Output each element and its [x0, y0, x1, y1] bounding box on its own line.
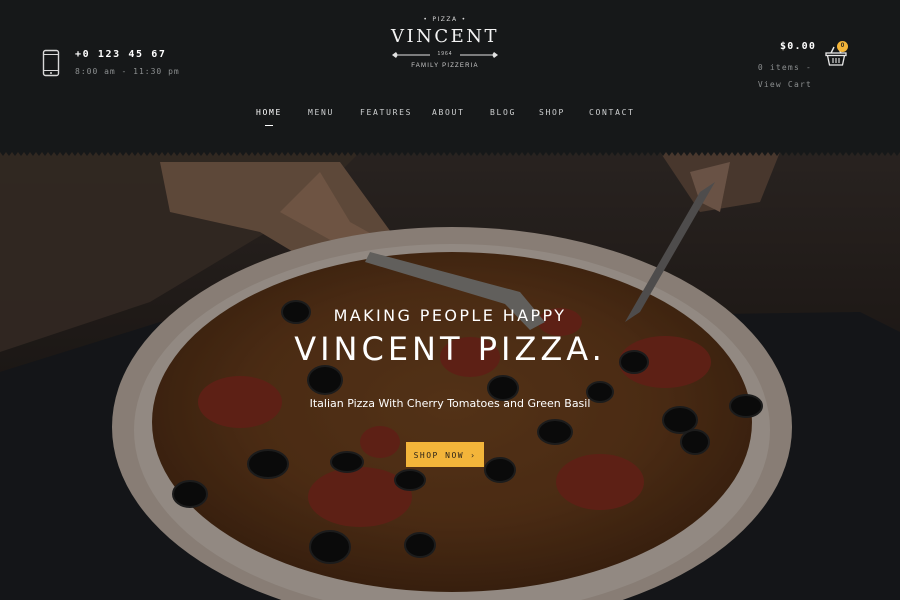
- hero-subtitle: Italian Pizza With Cherry Tomatoes and G…: [309, 397, 591, 410]
- nav-item-home[interactable]: HOME: [256, 108, 282, 117]
- opening-hours: 8:00 am - 11:30 pm: [75, 67, 180, 76]
- nav-item-contact[interactable]: CONTACT: [589, 108, 635, 117]
- hero-banner: MAKING PEOPLE HAPPY VINCENT PIZZA. Itali…: [0, 152, 900, 600]
- cart-widget[interactable]: $0.00 0 items - View Cart 0: [740, 40, 855, 90]
- main-nav: HOME MENU FEATURES ABOUT BLOG SHOP CONTA…: [0, 108, 900, 132]
- logo-tagline: FAMILY PIZZERIA: [411, 63, 479, 69]
- logo-top-line: • PIZZA •: [423, 16, 467, 23]
- header-zigzag-border: [0, 146, 900, 156]
- nav-item-about[interactable]: ABOUT: [432, 108, 465, 117]
- contact-info: +0 123 45 67 8:00 am - 11:30 pm: [42, 46, 180, 77]
- logo-year: 1964: [437, 51, 453, 57]
- chevron-right-icon: ›: [470, 451, 477, 460]
- nav-active-indicator: [265, 125, 273, 126]
- hero-title: VINCENT PIZZA.: [294, 330, 606, 368]
- site-logo[interactable]: • PIZZA • VINCENT 1964 FAMILY PIZZERIA: [385, 16, 505, 86]
- logo-top-text: PIZZA: [432, 16, 458, 23]
- shop-now-button[interactable]: SHOP NOW ›: [406, 442, 484, 467]
- cart-items-link[interactable]: 0 items - View Cart: [746, 59, 812, 93]
- site-header: +0 123 45 67 8:00 am - 11:30 pm • PIZZA • …: [0, 0, 900, 152]
- nav-item-blog[interactable]: BLOG: [490, 108, 516, 117]
- cart-count-badge: 0: [837, 41, 848, 52]
- cart-total: $0.00: [780, 41, 817, 52]
- logo-name: VINCENT: [390, 26, 500, 47]
- shop-now-label: SHOP NOW: [413, 451, 465, 460]
- hero-content: MAKING PEOPLE HAPPY VINCENT PIZZA. Itali…: [0, 152, 900, 600]
- nav-item-menu[interactable]: MENU: [308, 108, 334, 117]
- logo-ornament: 1964: [385, 50, 505, 60]
- nav-item-shop[interactable]: SHOP: [539, 108, 565, 117]
- phone-number[interactable]: +0 123 45 67: [75, 49, 180, 60]
- nav-item-features[interactable]: FEATURES: [360, 108, 412, 117]
- hero-kicker: MAKING PEOPLE HAPPY: [333, 306, 567, 325]
- smartphone-icon: [42, 49, 60, 77]
